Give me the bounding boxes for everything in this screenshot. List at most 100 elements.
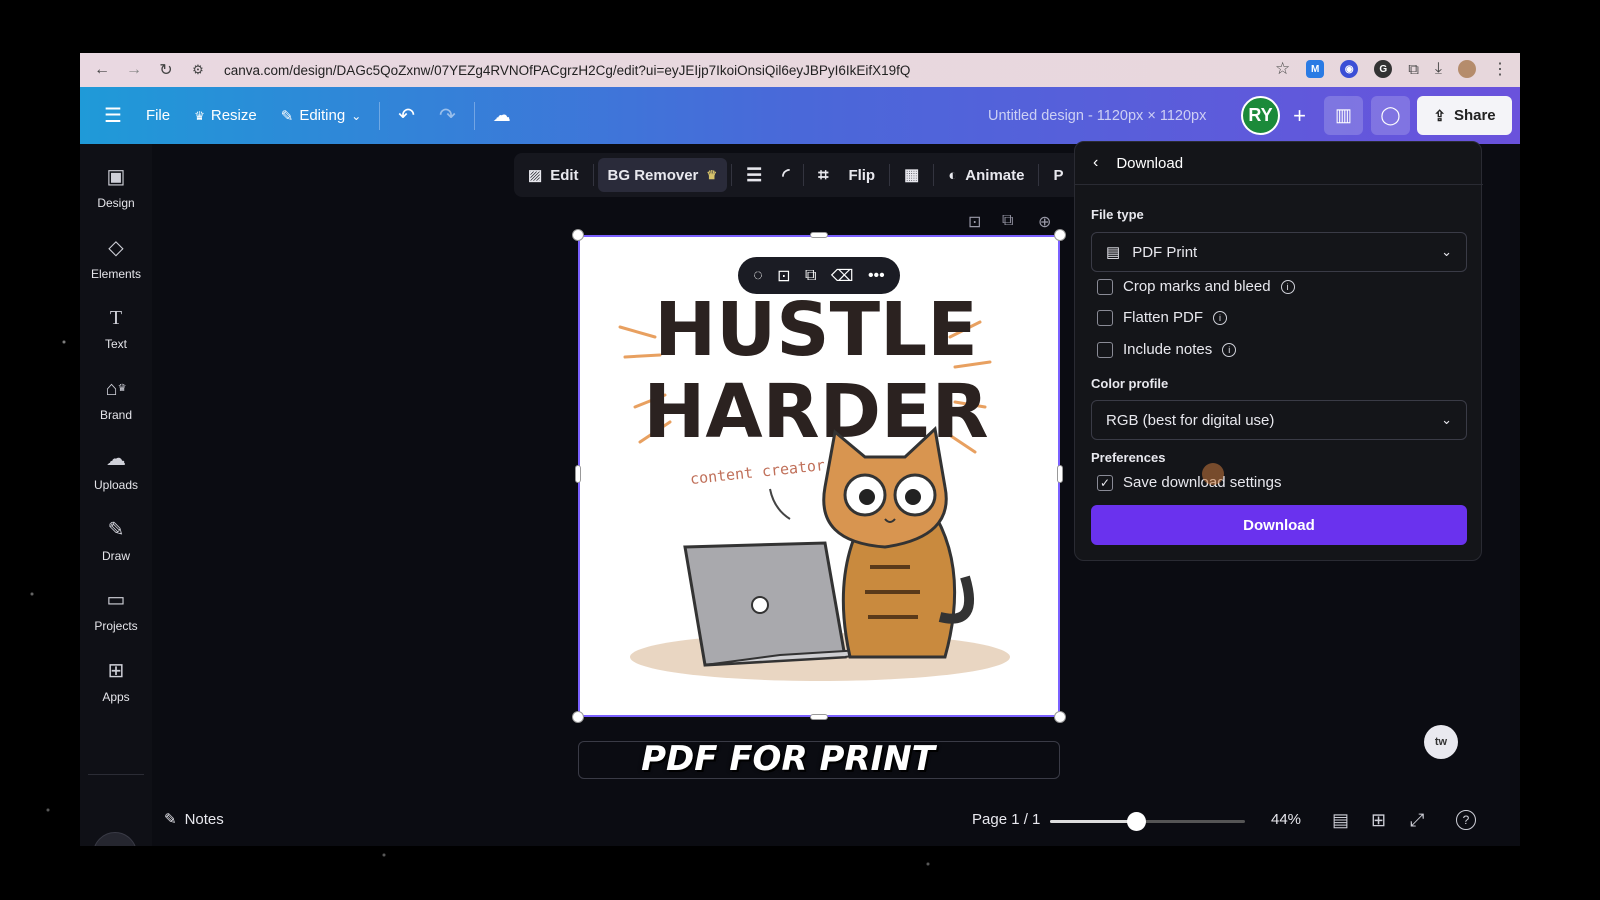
- sidebar-item-design[interactable]: ▣ Design: [80, 164, 152, 210]
- resize-handle-top[interactable]: [810, 232, 828, 238]
- extension-blue-icon[interactable]: ◉: [1340, 60, 1359, 78]
- trash-icon[interactable]: ⌫: [831, 266, 854, 286]
- share-button[interactable]: ⇪ Share: [1417, 96, 1512, 135]
- color-profile-label: Color profile: [1091, 376, 1169, 391]
- bg-remover-button[interactable]: BG Remover ♛: [597, 158, 728, 192]
- extension-grammarly-icon[interactable]: G: [1374, 60, 1393, 78]
- profile-avatar-icon[interactable]: [1458, 60, 1476, 78]
- add-page-icon[interactable]: ⊕: [1038, 212, 1051, 232]
- info-icon[interactable]: i: [1222, 342, 1237, 357]
- redo-icon[interactable]: ↷: [427, 87, 468, 144]
- edit-label: Edit: [550, 166, 579, 184]
- help-icon[interactable]: ?: [1456, 810, 1476, 830]
- file-menu-button[interactable]: File: [134, 87, 182, 144]
- checkbox-box[interactable]: [1097, 278, 1113, 295]
- left-sidebar: ▣ Design ◇ Elements T Text ⌂♛ Brand ☁ Up…: [80, 144, 152, 846]
- add-collaborator-button[interactable]: +: [1280, 96, 1319, 135]
- divider: [1038, 164, 1040, 186]
- insights-chart-icon[interactable]: ▥: [1324, 96, 1363, 135]
- checkbox-box[interactable]: [1097, 341, 1113, 358]
- grid-view-icon[interactable]: ⊞: [1371, 810, 1386, 831]
- checkbox-box-checked[interactable]: ✓: [1097, 474, 1113, 491]
- divider: [803, 164, 805, 186]
- resize-handle-top-right[interactable]: [1054, 229, 1066, 241]
- sidebar-item-brand[interactable]: ⌂♛ Brand: [80, 376, 152, 422]
- resize-handle-top-left[interactable]: [572, 229, 584, 241]
- download-button[interactable]: Download: [1091, 505, 1467, 545]
- more-options-icon[interactable]: •••: [868, 267, 885, 285]
- resize-handle-bottom[interactable]: [810, 714, 828, 720]
- share-upload-icon: ⇪: [1433, 107, 1446, 125]
- edit-image-button[interactable]: ▨ Edit: [518, 158, 589, 192]
- transparency-icon[interactable]: ▦: [894, 158, 929, 192]
- crop-icon[interactable]: ⌗: [808, 158, 838, 192]
- extension-m-icon[interactable]: M: [1306, 60, 1325, 78]
- undo-icon[interactable]: ↶: [386, 87, 427, 144]
- checkbox-label: Flatten PDF: [1123, 309, 1204, 326]
- fullscreen-icon[interactable]: ⤢: [1410, 810, 1424, 831]
- border-style-icon[interactable]: ☰: [736, 158, 772, 192]
- page-indicator[interactable]: Page 1 / 1: [972, 811, 1040, 828]
- duplicate-icon[interactable]: ⧉: [805, 267, 816, 285]
- flatten-pdf-checkbox[interactable]: Flatten PDF i: [1097, 309, 1228, 326]
- comment-add-icon[interactable]: ◌: [753, 267, 763, 285]
- bg-remover-label: BG Remover: [607, 166, 699, 184]
- back-icon[interactable]: ←: [92, 60, 112, 80]
- sidebar-item-apps[interactable]: ⊞ Apps: [80, 658, 152, 704]
- zoom-slider-knob[interactable]: [1126, 812, 1146, 831]
- save-settings-checkbox[interactable]: ✓ Save download settings: [1097, 474, 1281, 491]
- bookmark-star-icon[interactable]: ☆: [1275, 59, 1290, 79]
- editing-mode-dropdown[interactable]: ✎ Editing ⌄: [269, 87, 374, 144]
- resize-handle-right[interactable]: [1057, 465, 1063, 483]
- include-notes-checkbox[interactable]: Include notes i: [1097, 341, 1237, 358]
- site-settings-icon[interactable]: ⚙: [188, 60, 208, 80]
- design-canvas[interactable]: HUSTLE HARDER content creator: [578, 235, 1060, 717]
- design-title[interactable]: Untitled design - 1120px × 1120px: [988, 87, 1206, 144]
- sidebar-item-label: Design: [97, 196, 135, 210]
- pencil-icon: ✎: [280, 107, 294, 125]
- artwork-line-1: HUSTLE: [654, 287, 978, 373]
- resize-handle-bottom-right[interactable]: [1054, 711, 1066, 723]
- corner-rounding-icon[interactable]: ◜: [772, 158, 799, 192]
- magic-sparkle-button[interactable]: ✦: [93, 832, 137, 846]
- info-icon[interactable]: i: [1213, 310, 1228, 325]
- page-view-icon[interactable]: ▤: [1332, 810, 1349, 831]
- sidebar-item-elements[interactable]: ◇ Elements: [80, 235, 152, 281]
- position-button[interactable]: P: [1043, 158, 1073, 192]
- flip-button[interactable]: Flip: [838, 158, 885, 192]
- menu-hamburger-icon[interactable]: ☰: [80, 87, 134, 144]
- address-bar[interactable]: canva.com/design/DAGc5QoZxnw/07YEZg4RVNO…: [224, 63, 1164, 78]
- crop-marks-checkbox[interactable]: Crop marks and bleed i: [1097, 278, 1295, 295]
- sidebar-item-draw[interactable]: ✎ Draw: [80, 517, 152, 563]
- assistant-ghost-icon[interactable]: tw: [1424, 725, 1458, 759]
- sidebar-item-text[interactable]: T Text: [80, 305, 152, 351]
- extensions-puzzle-icon[interactable]: ⧉: [1408, 61, 1419, 78]
- zoom-level[interactable]: 44%: [1271, 811, 1301, 828]
- back-chevron-icon[interactable]: ‹: [1093, 154, 1098, 172]
- download-icon[interactable]: ⤓: [1435, 60, 1442, 78]
- duplicate-page-icon[interactable]: ⧉: [1002, 212, 1013, 230]
- zoom-slider[interactable]: [1050, 812, 1245, 831]
- animate-button[interactable]: ◐ Animate: [938, 158, 1034, 192]
- sidebar-item-projects[interactable]: ▭ Projects: [80, 587, 152, 633]
- lock-icon[interactable]: ⊡: [777, 266, 790, 286]
- tabby-cat: [822, 426, 974, 659]
- file-type-select[interactable]: ▤ PDF Print ⌄: [1091, 232, 1467, 272]
- sidebar-item-uploads[interactable]: ☁ Uploads: [80, 446, 152, 492]
- lock-icon[interactable]: ⊡: [968, 212, 981, 232]
- resize-button[interactable]: ♛ Resize: [182, 87, 269, 144]
- reload-icon[interactable]: ↻: [156, 60, 176, 80]
- notes-button[interactable]: ✎ Notes: [164, 810, 224, 829]
- elements-icon: ◇: [108, 237, 124, 259]
- user-avatar[interactable]: RY: [1241, 96, 1280, 135]
- cloud-saved-icon[interactable]: ☁: [481, 87, 523, 144]
- info-icon[interactable]: i: [1280, 279, 1295, 294]
- checkbox-box[interactable]: [1097, 309, 1113, 326]
- comments-icon[interactable]: ◯: [1371, 96, 1410, 135]
- forward-icon[interactable]: →: [124, 60, 144, 80]
- resize-handle-bottom-left[interactable]: [572, 711, 584, 723]
- resize-handle-left[interactable]: [575, 465, 581, 483]
- browser-menu-icon[interactable]: ⋮: [1492, 59, 1508, 79]
- sidebar-item-label: Projects: [94, 619, 138, 633]
- color-profile-select[interactable]: RGB (best for digital use) ⌄: [1091, 400, 1467, 440]
